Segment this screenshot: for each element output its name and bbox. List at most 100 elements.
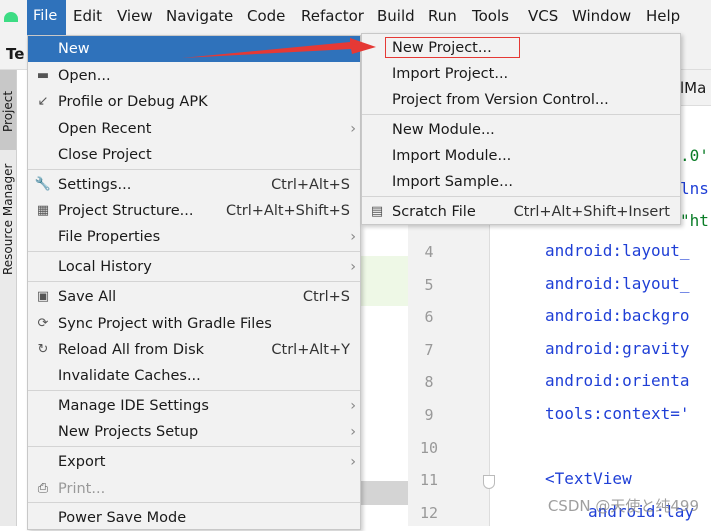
annotation-highlight-box xyxy=(385,37,520,58)
new-menu-item[interactable]: Import Module... xyxy=(362,143,680,169)
menu-item-label: Open... xyxy=(58,68,111,84)
shortcut-label: Ctrl+Alt+Shift+S xyxy=(225,203,350,219)
file-menu-item[interactable]: 🔧 Settings... Ctrl+Alt+S xyxy=(28,172,360,198)
annotation-arrow xyxy=(182,38,376,58)
code-line[interactable]: android:orienta xyxy=(545,371,690,390)
save-icon: ▣ xyxy=(36,289,50,304)
chevron-right-icon: › xyxy=(350,121,356,137)
file-menu: New › ▬ Open... ↙ Profile or Debug APK Open Re… xyxy=(27,35,361,530)
line-number: 7 xyxy=(424,340,434,359)
file-menu-item[interactable]: Manage IDE Settings › xyxy=(28,393,360,419)
menu-window[interactable]: Window xyxy=(572,7,631,25)
new-menu-item[interactable]: Import Project... xyxy=(362,61,680,87)
menu-bar: File Edit View Navigate Code Refactor Bu… xyxy=(0,0,711,36)
menu-separator xyxy=(28,281,360,282)
folder-icon: ▬ xyxy=(36,68,50,83)
menu-item-label: Profile or Debug APK xyxy=(58,94,208,110)
gradle-sync-icon: ⟳ xyxy=(37,316,49,331)
project-title[interactable]: Te xyxy=(6,45,24,63)
menu-item-label: Project from Version Control... xyxy=(392,92,609,108)
code-line[interactable]: android:gravity xyxy=(545,339,690,358)
new-menu-item[interactable]: New Module... xyxy=(362,117,680,143)
menu-separator xyxy=(362,196,680,197)
file-menu-item[interactable]: ↙ Profile or Debug APK xyxy=(28,89,360,115)
code-fragment: .0' xyxy=(680,146,709,165)
menu-view[interactable]: View xyxy=(117,7,153,25)
menu-item-label: Settings... xyxy=(58,177,132,193)
menu-build[interactable]: Build xyxy=(377,7,415,25)
watermark: CSDN @天使と纯499 xyxy=(547,497,699,515)
menu-code[interactable]: Code xyxy=(247,7,285,25)
file-menu-item[interactable]: ▬ Open... xyxy=(28,63,360,89)
code-line[interactable]: android:layout_ xyxy=(545,274,690,293)
menu-item-label: Local History xyxy=(58,259,152,275)
new-menu-item[interactable]: Project from Version Control... xyxy=(362,87,680,113)
android-logo-icon xyxy=(4,12,18,22)
file-menu-item[interactable]: Close Project xyxy=(28,142,360,168)
shortcut-label: Ctrl+S xyxy=(302,289,350,305)
menu-separator xyxy=(362,114,680,115)
line-number: 8 xyxy=(424,373,434,392)
menu-refactor[interactable]: Refactor xyxy=(301,7,364,25)
fold-icon[interactable] xyxy=(483,475,495,489)
file-menu-item[interactable]: New Projects Setup › xyxy=(28,419,360,445)
file-menu-item[interactable]: ↻ Reload All from Disk Ctrl+Alt+Y xyxy=(28,337,360,363)
shortcut-label: Ctrl+Alt+S xyxy=(271,177,350,193)
wrench-icon: 🔧 xyxy=(34,177,52,192)
line-number: 9 xyxy=(424,406,434,424)
menu-item-label: Export xyxy=(58,454,106,470)
code-line[interactable]: android:layout_ xyxy=(545,241,690,260)
code-line[interactable]: tools:context=' xyxy=(545,404,690,423)
chevron-right-icon: › xyxy=(350,424,356,440)
editor-tab[interactable]: lMa xyxy=(680,79,706,97)
chevron-right-icon: › xyxy=(350,229,356,245)
file-menu-item[interactable]: Power Save Mode xyxy=(28,505,360,531)
menu-run[interactable]: Run xyxy=(428,7,457,25)
menu-help[interactable]: Help xyxy=(646,7,680,25)
print-icon: ⎙ xyxy=(37,481,49,496)
menu-item-label: New Projects Setup xyxy=(58,424,199,440)
shortcut-label: Ctrl+Alt+Shift+Insert xyxy=(513,204,670,220)
line-number: 5 xyxy=(424,275,434,294)
menu-item-label: Open Recent xyxy=(58,121,152,137)
file-menu-item[interactable]: ⎙ Print... xyxy=(28,476,360,502)
code-fragment: lns xyxy=(680,179,709,198)
menu-item-label: Import Sample... xyxy=(392,174,513,190)
chevron-right-icon: › xyxy=(350,454,356,470)
file-menu-item[interactable]: Export › xyxy=(28,449,360,475)
resource-manager-tool-button[interactable]: Resource Manager xyxy=(1,164,15,275)
new-menu-item[interactable]: Import Sample... xyxy=(362,169,680,195)
line-number: 12 xyxy=(419,503,439,522)
reload-icon: ↻ xyxy=(37,342,49,357)
code-line[interactable]: android:backgro xyxy=(545,306,690,325)
menu-vcs[interactable]: VCS xyxy=(528,7,558,25)
file-menu-item[interactable]: Open Recent › xyxy=(28,116,360,142)
menu-separator xyxy=(28,502,360,503)
menu-item-label: Sync Project with Gradle Files xyxy=(58,316,272,332)
menu-item-label: Import Module... xyxy=(392,148,512,164)
code-line[interactable]: <TextView xyxy=(545,469,632,488)
menu-item-label: Project Structure... xyxy=(58,203,194,219)
tool-window-strip: Project Resource Manager xyxy=(0,70,17,526)
menu-separator xyxy=(28,169,360,170)
file-menu-item[interactable]: File Properties › xyxy=(28,224,360,250)
new-menu-item[interactable]: ▤ Scratch File Ctrl+Alt+Shift+Insert xyxy=(362,199,680,225)
new-submenu: New Project... Import Project... Project f… xyxy=(361,33,681,225)
file-menu-item[interactable]: ▦ Project Structure... Ctrl+Alt+Shift+S xyxy=(28,198,360,224)
menu-navigate[interactable]: Navigate xyxy=(166,7,233,25)
menu-item-label: Close Project xyxy=(58,147,152,163)
menu-item-label: New xyxy=(58,41,90,57)
file-menu-item[interactable]: Local History › xyxy=(28,254,360,280)
line-number: 11 xyxy=(419,471,439,490)
project-tool-button[interactable]: Project xyxy=(1,91,15,132)
profile-apk-icon: ↙ xyxy=(37,94,49,109)
file-menu-item[interactable]: ⟳ Sync Project with Gradle Files xyxy=(28,311,360,337)
menu-tools[interactable]: Tools xyxy=(472,7,509,25)
file-menu-item[interactable]: Invalidate Caches... xyxy=(28,363,360,389)
chevron-right-icon: › xyxy=(350,398,356,414)
menu-edit[interactable]: Edit xyxy=(73,7,102,25)
file-menu-item[interactable]: ▣ Save All Ctrl+S xyxy=(28,284,360,310)
menu-separator xyxy=(28,390,360,391)
scratch-file-icon: ▤ xyxy=(370,204,384,219)
menu-file[interactable]: File xyxy=(27,0,66,35)
